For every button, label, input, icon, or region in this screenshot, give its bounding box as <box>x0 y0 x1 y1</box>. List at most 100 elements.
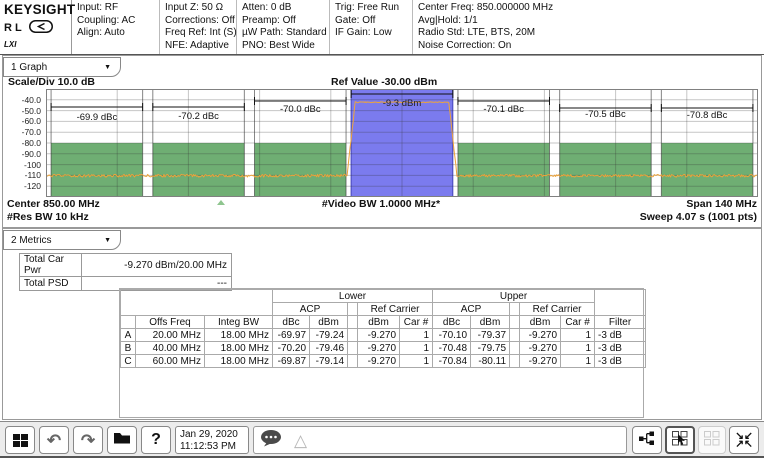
span-annotation[interactable]: Span 140 MHz <box>686 198 757 210</box>
upper-group-header: Upper <box>433 290 595 303</box>
total-car-pwr-value: -9.270 dBm/20.00 MHz <box>82 254 232 277</box>
upper-ref-carrier-header: Ref Carrier <box>520 303 595 316</box>
help-button[interactable]: ? <box>141 426 171 454</box>
upper-acp-header: ACP <box>433 303 510 316</box>
remote-local-label: R L <box>4 22 22 34</box>
y-axis-tick-label: -80.0 <box>7 138 41 148</box>
totals-table: Total Car Pwr -9.270 dBm/20.00 MHz Total… <box>19 253 232 291</box>
acp-cell-offs: 40.00 MHz <box>136 342 205 355</box>
svg-text:-70.8 dBc: -70.8 dBc <box>687 110 728 121</box>
metrics-view-dropdown-label: 2 Metrics <box>11 235 52 246</box>
acp-table-box: Lower Upper ACP Ref Carrier ACP Ref Carr… <box>119 288 644 418</box>
time-text: 11:12:53 PM <box>180 441 248 453</box>
upper-dbc-header: dBc <box>433 316 471 329</box>
y-axis-tick-label: -110 <box>7 170 41 180</box>
acp-cell-filter: -3 dB <box>595 355 646 368</box>
remote-return-icon <box>29 20 53 36</box>
acp-cell-u_car: 1 <box>561 342 595 355</box>
acp-cell-u_dbc: -70.48 <box>433 342 471 355</box>
chevron-down-icon: ▼ <box>104 64 111 71</box>
svg-text:-70.1 dBc: -70.1 dBc <box>483 104 524 115</box>
lower-ref-dbm-header: dBm <box>358 316 400 329</box>
acp-cell-l_ref: -9.270 <box>358 342 400 355</box>
acp-column-header-row: Offs Freq Integ BW dBc dBm dBm Car # dBc… <box>121 316 646 329</box>
undo-icon: ↶ <box>47 432 61 449</box>
acp-cell-u_dbm: -80.11 <box>471 355 510 368</box>
acp-cell-filter: -3 dB <box>595 342 646 355</box>
window-arrange-icon <box>638 430 656 451</box>
undo-button[interactable]: ↶ <box>39 426 69 454</box>
fullscreen-toggle-button[interactable]: ↘↙ ↗↖ <box>729 426 759 454</box>
acp-cell-integ: 18.00 MHz <box>205 329 273 342</box>
center-freq-annotation[interactable]: Center 850.00 MHz <box>7 198 100 210</box>
lower-ref-carrier-header: Ref Carrier <box>358 303 433 316</box>
acp-cell-l_car: 1 <box>400 329 433 342</box>
help-icon: ? <box>151 432 161 448</box>
acp-cell-integ: 18.00 MHz <box>205 355 273 368</box>
bottom-toolbar: ↶ ↷ ? Jan 29, 2020 11:12:53 PM △ ↘↙ ↗ <box>0 421 764 458</box>
acp-cell-u_dbc: -70.84 <box>433 355 471 368</box>
integ-bw-header: Integ BW <box>205 316 273 329</box>
redo-icon: ↷ <box>81 432 95 449</box>
y-axis-tick-label: -60.0 <box>7 116 41 126</box>
acp-row-C: C60.00 MHz18.00 MHz-69.87-79.14-9.2701-7… <box>121 355 646 368</box>
acp-cell-offs: 60.00 MHz <box>136 355 205 368</box>
offs-freq-header: Offs Freq <box>136 316 205 329</box>
acp-cell-integ: 18.00 MHz <box>205 342 273 355</box>
lower-group-header: Lower <box>273 290 433 303</box>
acp-cell-u_dbm: -79.37 <box>471 329 510 342</box>
graph-view-dropdown[interactable]: 1 Graph ▼ <box>3 57 121 77</box>
lower-car-header: Car # <box>400 316 433 329</box>
spectrum-plot[interactable]: -69.9 dBc-70.2 dBc-70.0 dBc-70.1 dBc-70.… <box>46 89 758 197</box>
status-col-impedance: Input Z: 50 Ω Corrections: Off Freq Ref:… <box>160 0 237 54</box>
instrument-status-bar: KEYSIGHT R L LXI Input: RF Coupling: AC … <box>0 0 764 55</box>
y-axis-tick-label: -40.0 <box>7 95 41 105</box>
acp-cell-id: B <box>121 342 136 355</box>
metrics-view-dropdown[interactable]: 2 Metrics ▼ <box>3 230 121 250</box>
y-axis-tick-label: -100 <box>7 160 41 170</box>
windows-menu-button[interactable] <box>5 426 35 454</box>
marker-caret-icon <box>217 200 225 205</box>
window-arrange-button[interactable] <box>632 426 662 454</box>
acp-cell-l_dbm: -79.24 <box>310 329 348 342</box>
brand-name: KEYSIGHT <box>4 2 68 17</box>
grid-cursor-icon <box>671 430 689 451</box>
acp-row-B: B40.00 MHz18.00 MHz-70.20-79.46-9.2701-7… <box>121 342 646 355</box>
scale-div-annotation[interactable]: Scale/Div 10.0 dB <box>8 76 95 88</box>
datetime-display[interactable]: Jan 29, 2020 11:12:53 PM <box>175 426 249 454</box>
redo-button[interactable]: ↷ <box>73 426 103 454</box>
acp-cell-id: A <box>121 329 136 342</box>
sweep-annotation[interactable]: Sweep 4.07 s (1001 pts) <box>640 211 757 223</box>
acp-cell-u_dbm: -79.75 <box>471 342 510 355</box>
lower-dbm-header: dBm <box>310 316 348 329</box>
svg-text:-70.0 dBc: -70.0 dBc <box>280 104 321 115</box>
chevron-down-icon: ▼ <box>104 237 111 244</box>
acp-cell-offs: 20.00 MHz <box>136 329 205 342</box>
screen-select-button[interactable] <box>665 426 695 454</box>
graph-window: 1 Graph ▼ Scale/Div 10.0 dB Ref Value -3… <box>2 55 762 228</box>
acp-cell-l_dbc: -69.87 <box>273 355 310 368</box>
y-axis-tick-label: -90.0 <box>7 149 41 159</box>
multiscreen-button-disabled <box>698 426 726 454</box>
acp-cell-u_car: 1 <box>561 329 595 342</box>
upper-car-header: Car # <box>561 316 595 329</box>
acp-cell-l_car: 1 <box>400 355 433 368</box>
acp-cell-l_dbm: -79.14 <box>310 355 348 368</box>
svg-text:-69.9 dBc: -69.9 dBc <box>77 112 118 123</box>
graph-view-dropdown-label: 1 Graph <box>11 62 47 73</box>
acp-cell-id: C <box>121 355 136 368</box>
warning-triangle-icon: △ <box>294 432 307 449</box>
video-bw-annotation[interactable]: #Video BW 1.0000 MHz* <box>261 198 501 210</box>
acp-cell-u_ref: -9.270 <box>520 342 561 355</box>
svg-text:-9.3 dBm: -9.3 dBm <box>383 98 422 109</box>
file-explorer-button[interactable] <box>107 426 137 454</box>
acp-cell-u_dbc: -70.10 <box>433 329 471 342</box>
ref-value-annotation[interactable]: Ref Value -30.00 dBm <box>331 76 437 88</box>
res-bw-annotation[interactable]: #Res BW 10 kHz <box>7 211 89 223</box>
message-status-strip[interactable]: △ <box>253 426 627 454</box>
status-col-trigger: Trig: Free Run Gate: Off IF Gain: Low <box>330 0 413 54</box>
total-psd-label: Total PSD <box>20 277 82 291</box>
total-car-pwr-label: Total Car Pwr <box>20 254 82 277</box>
grid-icon <box>703 430 721 451</box>
svg-text:-70.5 dBc: -70.5 dBc <box>585 109 626 120</box>
